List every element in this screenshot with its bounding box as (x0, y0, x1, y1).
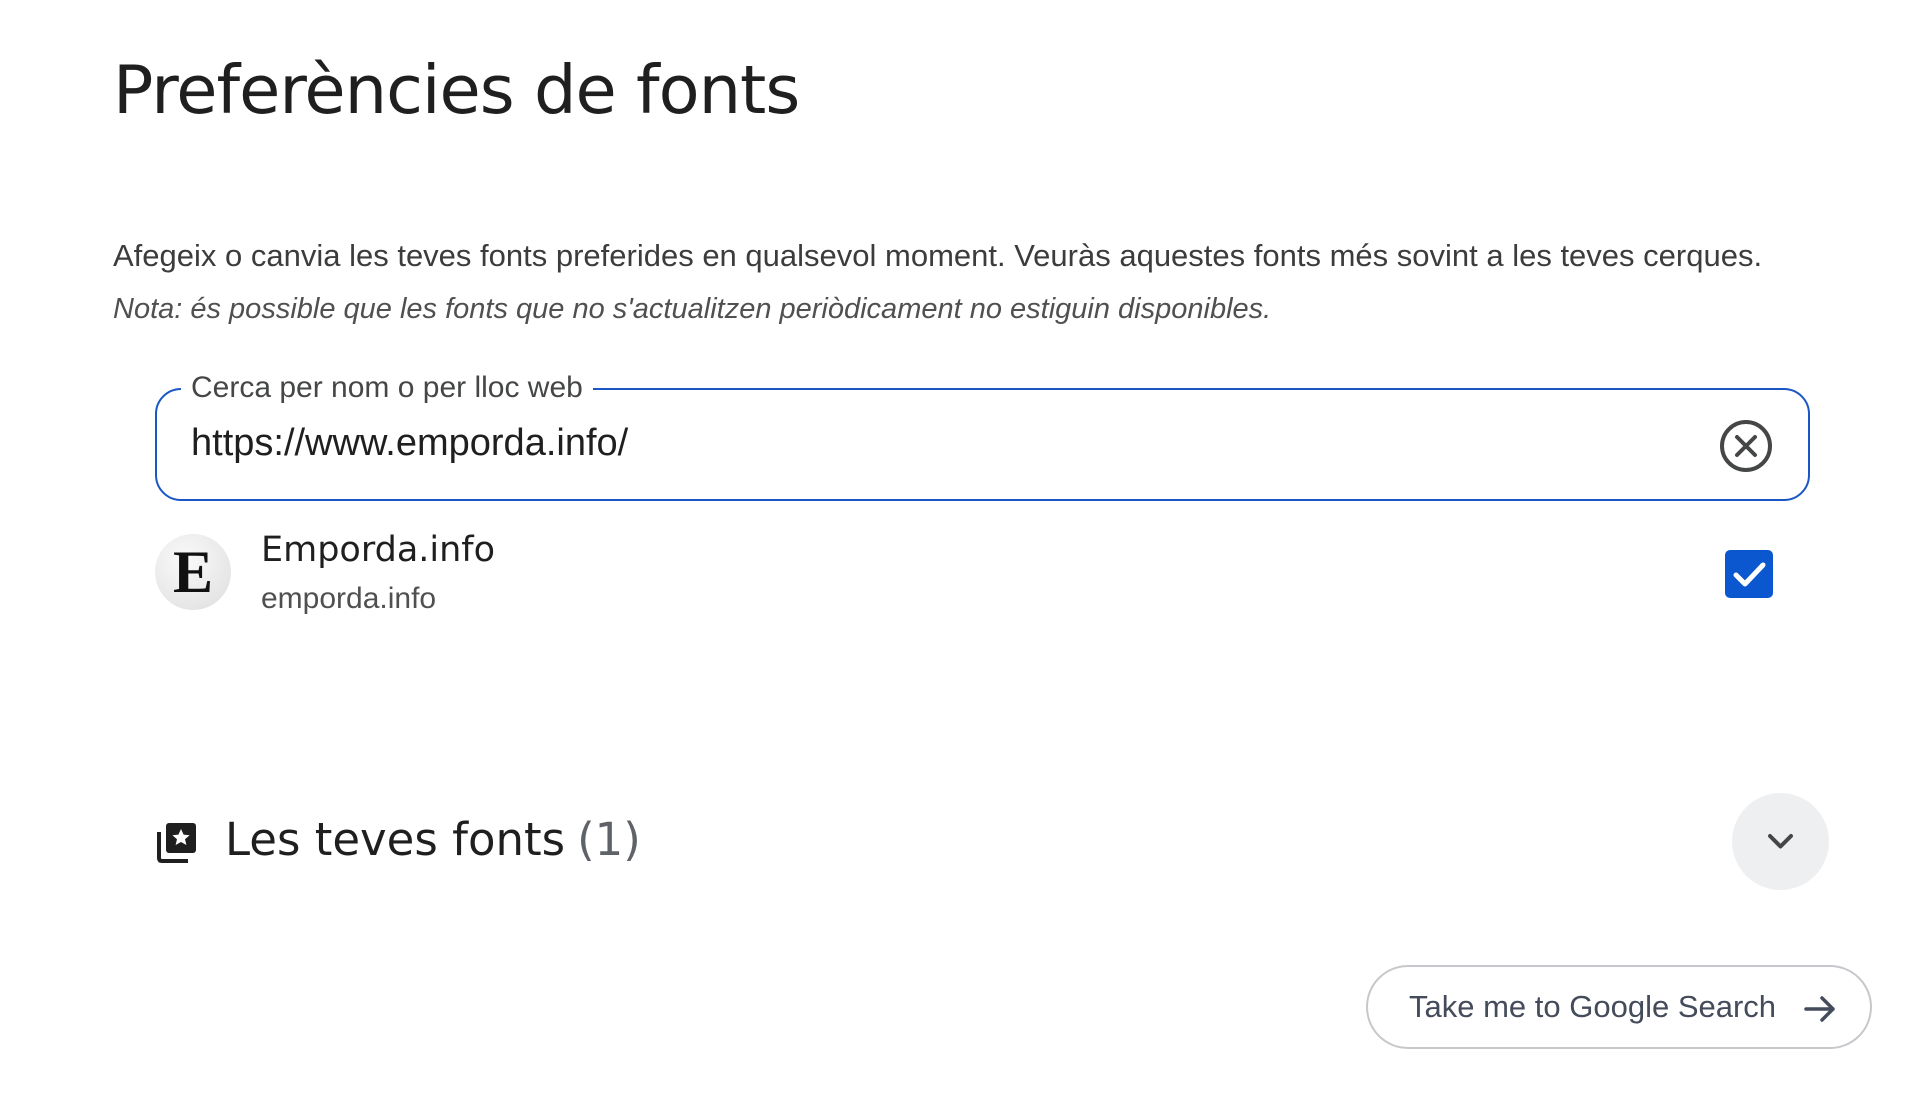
google-search-button-label: Take me to Google Search (1409, 989, 1777, 1024)
checkmark-icon (1733, 562, 1766, 587)
site-checkbox[interactable] (1725, 550, 1773, 598)
your-fonts-title-text: Les teves fonts (225, 813, 566, 866)
site-domain: emporda.info (261, 582, 437, 615)
search-label: Cerca per nom o per lloc web (181, 368, 593, 408)
page-description: Afegeix o canvia les teves fonts preferi… (113, 238, 1763, 273)
library-star-icon (155, 820, 199, 864)
site-logo: E (155, 534, 231, 610)
site-name: Emporda.info (261, 530, 496, 570)
your-fonts-title: Les teves fonts (1) (225, 810, 641, 870)
chevron-down-icon (1768, 834, 1793, 849)
page-note: Nota: és possible que les fonts que no s… (113, 293, 1272, 325)
google-search-button[interactable]: Take me to Google Search (1366, 965, 1872, 1049)
your-fonts-count: (1) (577, 813, 641, 866)
clear-circle-icon[interactable] (1717, 417, 1775, 475)
your-fonts-header: Les teves fonts (1) (155, 790, 1829, 890)
site-logo-letter: E (172, 539, 214, 605)
page-title: Preferències de fonts (113, 51, 800, 129)
search-field[interactable]: Cerca per nom o per lloc web (155, 368, 1810, 501)
arrow-right-icon (1801, 990, 1839, 1028)
result-row[interactable]: E Emporda.info emporda.info (155, 528, 1810, 618)
search-input[interactable] (191, 416, 1641, 470)
expand-button[interactable] (1732, 793, 1829, 890)
font-preferences-page: Preferències de fonts Afegeix o canvia l… (0, 0, 1932, 1116)
